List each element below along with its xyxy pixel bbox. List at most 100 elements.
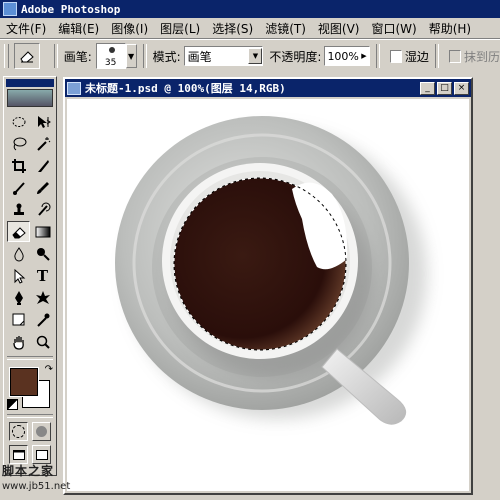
menu-window[interactable]: 窗口(W): [365, 20, 422, 37]
quick-mask-button[interactable]: [32, 422, 51, 441]
dodge-icon: [36, 247, 50, 261]
mode-label: 模式:: [152, 49, 181, 64]
magnifier-icon: [36, 335, 50, 349]
screen-mode-standard[interactable]: [9, 445, 28, 464]
water-drop-icon: [13, 246, 24, 261]
close-button[interactable]: ×: [454, 81, 469, 95]
blur-tool[interactable]: [7, 243, 30, 264]
triangle-right-icon[interactable]: ▶: [359, 52, 369, 60]
brush-tool[interactable]: [31, 177, 54, 198]
pen-tool[interactable]: [7, 287, 30, 308]
screen-mode-full-menu[interactable]: [32, 445, 51, 464]
clone-stamp-tool[interactable]: [7, 199, 30, 220]
type-tool[interactable]: T: [31, 265, 54, 286]
gradient-icon: [35, 226, 50, 237]
chevron-down-icon[interactable]: ▼: [248, 48, 263, 64]
dodge-tool[interactable]: [31, 243, 54, 264]
magic-wand-icon: [36, 136, 50, 151]
menu-select[interactable]: 选择(S): [206, 20, 259, 37]
quick-mask-icon: [36, 426, 47, 437]
notes-tool[interactable]: [7, 309, 30, 330]
app-title: Adobe Photoshop: [21, 2, 121, 16]
brush-preview[interactable]: 35: [95, 43, 126, 69]
options-separator: [53, 44, 58, 68]
eyedropper-tool[interactable]: [31, 309, 54, 330]
brush-label: 画笔:: [63, 49, 92, 64]
toolbox-title-bar[interactable]: [6, 79, 54, 87]
hand-icon: [12, 335, 24, 350]
maximize-button[interactable]: □: [437, 81, 452, 95]
adobe-eye-logo[interactable]: [7, 89, 53, 107]
lasso-tool[interactable]: [7, 133, 30, 154]
menu-edit[interactable]: 编辑(E): [52, 20, 105, 37]
healing-brush-tool[interactable]: [7, 177, 30, 198]
eraser-tool[interactable]: [7, 221, 30, 242]
site-watermark: 脚本之家 www.jb51.net: [2, 463, 74, 497]
brush-dot-icon: [108, 47, 115, 53]
mode-select[interactable]: 画笔 ▼: [183, 46, 264, 66]
eyedropper-icon: [36, 313, 49, 327]
custom-shape-tool[interactable]: [31, 287, 54, 308]
wet-edges-checkbox[interactable]: [389, 49, 402, 63]
crop-tool[interactable]: [7, 155, 30, 176]
options-separator: [434, 44, 439, 68]
gradient-tool[interactable]: [31, 221, 54, 242]
move-tool[interactable]: [31, 111, 54, 132]
options-separator: [375, 44, 380, 68]
document-titlebar[interactable]: 未标题-1.psd @ 100%(图层 14,RGB) _ □ ×: [65, 79, 471, 97]
ellipse-marquee-icon: [12, 116, 25, 127]
menu-view[interactable]: 视图(V): [312, 20, 366, 37]
app-titlebar: Adobe Photoshop: [0, 0, 500, 18]
lasso-icon: [13, 137, 26, 150]
menu-help[interactable]: 帮助(H): [423, 20, 477, 37]
swap-colors-icon[interactable]: ↷: [45, 364, 53, 375]
watermark-title: 脚本之家: [2, 464, 55, 478]
path-selection-tool[interactable]: [7, 265, 30, 286]
color-swatches: ↷: [7, 362, 53, 412]
coffee-cup-artwork: [115, 116, 427, 425]
history-brush-tool[interactable]: [31, 199, 54, 220]
brush-size: 35: [104, 58, 117, 68]
toolbox-separator: [7, 356, 53, 360]
menu-layer[interactable]: 图层(L): [154, 20, 206, 37]
menu-image[interactable]: 图像(I): [105, 20, 154, 37]
history-brush-icon: [37, 202, 50, 216]
minimize-button[interactable]: _: [420, 81, 435, 95]
toolbox: T ↷: [3, 76, 57, 476]
arrow-pointer-icon: [14, 268, 25, 284]
eraser-icon: [11, 226, 26, 238]
standard-mode-button[interactable]: [9, 422, 28, 441]
options-grip[interactable]: [4, 44, 9, 68]
standard-mode-icon: [12, 425, 25, 438]
edit-mode-row: [4, 420, 56, 443]
brush-icon: [12, 181, 25, 195]
magic-wand-tool[interactable]: [31, 133, 54, 154]
erase-to-history-label: 抹到历: [463, 49, 500, 64]
menu-filter[interactable]: 滤镜(T): [259, 20, 312, 37]
close-icon: ×: [457, 82, 466, 93]
hand-tool[interactable]: [7, 331, 30, 352]
brush-dropdown-button[interactable]: ▼: [125, 44, 137, 68]
erase-to-history-checkbox[interactable]: [448, 49, 461, 63]
document-window: 未标题-1.psd @ 100%(图层 14,RGB) _ □ ×: [63, 77, 473, 495]
move-arrow-icon: [37, 115, 51, 128]
menu-bar: 文件(F) 编辑(E) 图像(I) 图层(L) 选择(S) 滤镜(T) 视图(V…: [0, 18, 500, 39]
document-title: 未标题-1.psd @ 100%(图层 14,RGB): [85, 82, 286, 95]
marquee-tool[interactable]: [7, 111, 30, 132]
stamp-icon: [13, 203, 24, 215]
window-icon: [35, 449, 48, 460]
slice-tool[interactable]: [31, 155, 54, 176]
opacity-input[interactable]: 100% ▶: [324, 46, 370, 66]
foreground-color-swatch[interactable]: [9, 367, 39, 397]
document-canvas[interactable]: [67, 99, 469, 491]
zoom-tool[interactable]: [31, 331, 54, 352]
menu-file[interactable]: 文件(F): [0, 20, 52, 37]
opacity-value: 100%: [327, 49, 359, 63]
tool-preset-picker[interactable]: [13, 43, 40, 69]
window-icon: [12, 449, 25, 460]
default-colors-icon[interactable]: [7, 399, 18, 410]
photoshop-app-icon: [3, 2, 17, 16]
options-separator: [142, 44, 147, 68]
starburst-icon: [35, 290, 50, 304]
tool-options-bar: 画笔: 35 ▼ 模式: 画笔 ▼ 不透明度: 100% ▶ 湿边 抹到历: [0, 39, 500, 73]
